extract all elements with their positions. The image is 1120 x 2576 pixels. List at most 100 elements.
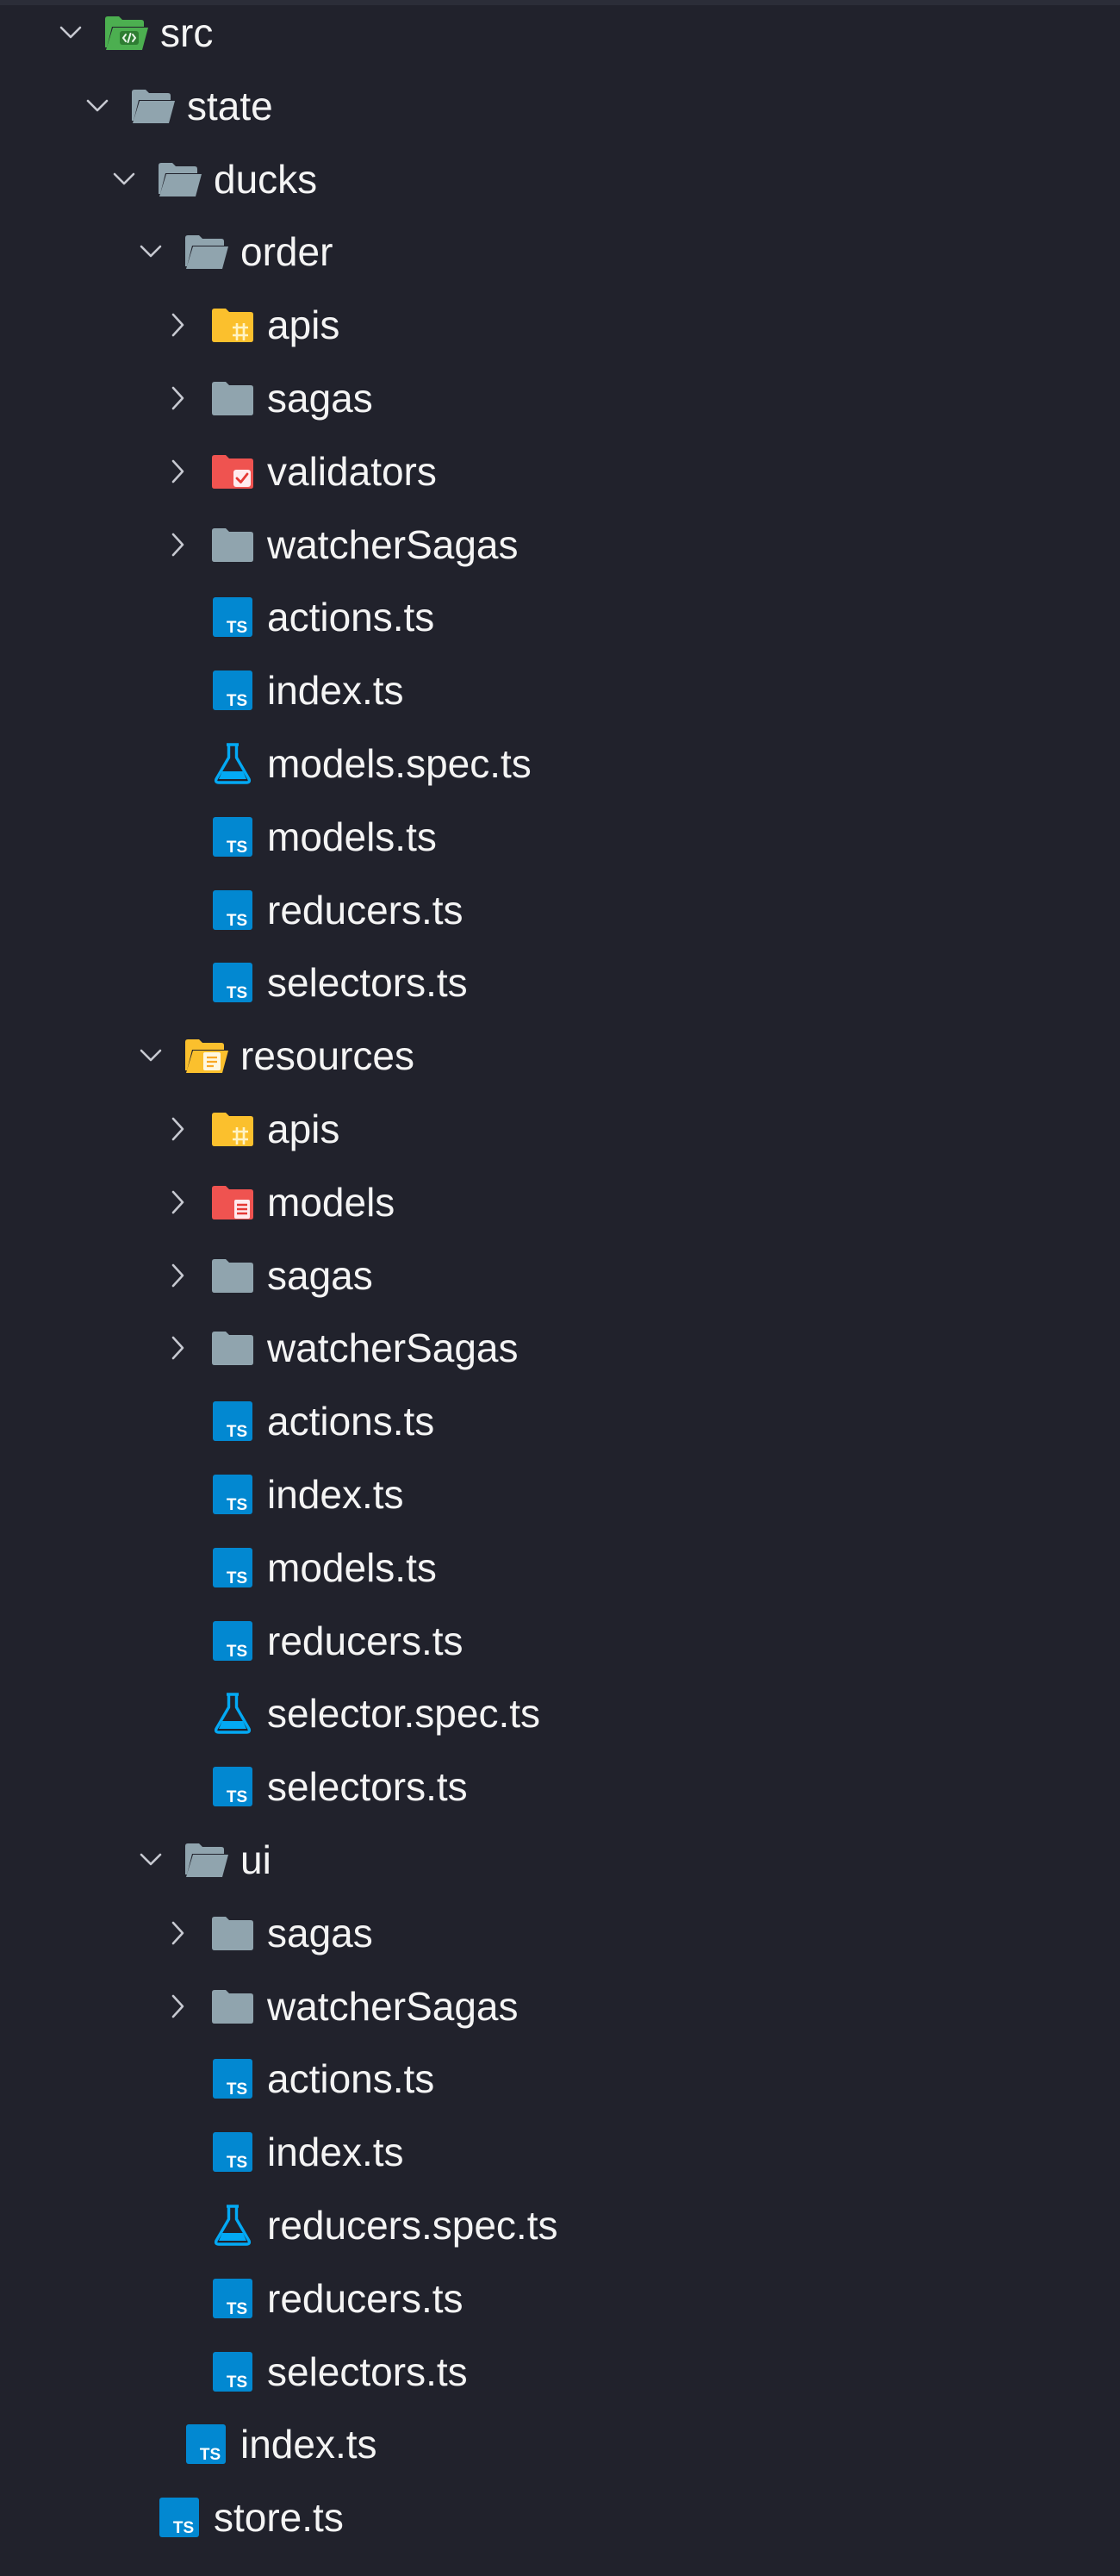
folder-open-icon (182, 228, 230, 276)
tree-file-models-ts[interactable]: TS models.ts (0, 1531, 1120, 1604)
tree-item-label: selectors.ts (267, 1764, 468, 1809)
tree-folder-models[interactable]: models (0, 1166, 1120, 1238)
tree-item-label: reducers.ts (267, 2276, 464, 2321)
folder-open-icon (128, 82, 177, 130)
typescript-file-icon: TS (208, 2274, 257, 2323)
tree-file-index-ts[interactable]: TS index.ts (0, 1458, 1120, 1531)
tree-file-actions-ts[interactable]: TS actions.ts (0, 1385, 1120, 1457)
tree-folder-apis[interactable]: apis (0, 1093, 1120, 1165)
chevron-right-icon[interactable] (159, 452, 196, 490)
tree-item-label: ducks (214, 157, 318, 202)
chevron-down-icon[interactable] (132, 1037, 170, 1075)
chevron-right-icon[interactable] (159, 526, 196, 564)
api-folder-icon (208, 1105, 257, 1153)
tree-file-models-spec-ts[interactable]: models.spec.ts (0, 727, 1120, 800)
tree-item-label: validators (267, 449, 437, 494)
tree-folder-ui[interactable]: ui (0, 1824, 1120, 1896)
svg-text:TS: TS (227, 1788, 247, 1806)
chevron-right-icon[interactable] (159, 1329, 196, 1367)
tree-folder-sagas[interactable]: sagas (0, 362, 1120, 434)
test-flask-icon (208, 2201, 257, 2249)
typescript-file-icon: TS (208, 1762, 257, 1811)
tree-file-reducers-ts[interactable]: TS reducers.ts (0, 1605, 1120, 1677)
svg-text:TS: TS (227, 1423, 247, 1441)
tree-item-label: state (187, 84, 273, 128)
chevron-down-icon[interactable] (132, 233, 170, 271)
chevron-right-icon[interactable] (159, 1914, 196, 1952)
svg-text:TS: TS (227, 1643, 247, 1661)
svg-text:TS: TS (227, 1496, 247, 1514)
tree-file-actions-ts[interactable]: TS actions.ts (0, 2043, 1120, 2115)
tree-item-label: watcherSagas (267, 1984, 519, 2029)
tree-folder-apis[interactable]: apis (0, 289, 1120, 361)
chevron-down-icon[interactable] (52, 14, 90, 52)
tree-item-label: sagas (267, 1253, 373, 1298)
tree-item-label: actions.ts (267, 2056, 435, 2101)
chevron-down-icon[interactable] (78, 87, 116, 125)
tree-file-selector-spec-ts[interactable]: selector.spec.ts (0, 1677, 1120, 1750)
tree-item-label: selector.spec.ts (267, 1691, 541, 1736)
tree-item-label: src (160, 10, 214, 55)
tree-file-actions-ts[interactable]: TS actions.ts (0, 581, 1120, 653)
tree-file-reducers-spec-ts[interactable]: reducers.spec.ts (0, 2189, 1120, 2261)
tree-file-index-ts[interactable]: TS index.ts (0, 2408, 1120, 2480)
tree-file-reducers-ts[interactable]: TS reducers.ts (0, 874, 1120, 946)
svg-text:TS: TS (173, 2519, 194, 2537)
svg-text:TS: TS (227, 2373, 247, 2392)
tree-item-label: selectors.ts (267, 960, 468, 1005)
svg-text:TS: TS (227, 2300, 247, 2318)
tree-folder-resources[interactable]: resources (0, 1020, 1120, 1092)
svg-text:TS: TS (227, 2154, 247, 2172)
chevron-right-icon[interactable] (159, 1110, 196, 1148)
tree-folder-state[interactable]: state (0, 70, 1120, 142)
tree-item-label: models.ts (267, 814, 437, 859)
tree-item-label: models (267, 1180, 395, 1225)
tree-folder-src[interactable]: src (0, 0, 1120, 69)
chevron-down-icon[interactable] (132, 1841, 170, 1879)
tree-folder-sagas[interactable]: sagas (0, 1239, 1120, 1312)
tree-item-label: index.ts (267, 2130, 404, 2174)
tree-folder-watchersagas[interactable]: watcherSagas (0, 1970, 1120, 2043)
chevron-right-icon[interactable] (159, 1987, 196, 2025)
tree-folder-ducks[interactable]: ducks (0, 143, 1120, 215)
tree-item-label: order (240, 229, 333, 274)
tree-file-store-ts[interactable]: TS store.ts (0, 2481, 1120, 2554)
tree-folder-sagas[interactable]: sagas (0, 1897, 1120, 1969)
tree-item-label: reducers.spec.ts (267, 2203, 558, 2248)
svg-text:TS: TS (227, 912, 247, 930)
tree-folder-watchersagas[interactable]: watcherSagas (0, 508, 1120, 581)
svg-text:TS: TS (227, 619, 247, 637)
tree-item-label: reducers.ts (267, 1619, 464, 1663)
tree-file-models-ts[interactable]: TS models.ts (0, 801, 1120, 873)
tree-file-selectors-ts[interactable]: TS selectors.ts (0, 2336, 1120, 2408)
tree-folder-order[interactable]: order (0, 215, 1120, 288)
tree-file-index-ts[interactable]: TS index.ts (0, 654, 1120, 727)
typescript-file-icon: TS (208, 958, 257, 1007)
tree-item-label: index.ts (240, 2422, 377, 2467)
tree-file-selectors-ts[interactable]: TS selectors.ts (0, 1750, 1120, 1823)
typescript-file-icon: TS (208, 886, 257, 934)
tree-item-label: store.ts (214, 2495, 344, 2540)
resources-folder-open-icon (182, 1032, 230, 1080)
chevron-right-icon[interactable] (159, 306, 196, 344)
typescript-file-icon: TS (208, 666, 257, 714)
tree-item-label: ui (240, 1837, 271, 1882)
tree-folder-validators[interactable]: validators (0, 435, 1120, 508)
tree-item-label: watcherSagas (267, 1325, 519, 1370)
chevron-right-icon[interactable] (159, 1183, 196, 1221)
tree-file-reducers-ts[interactable]: TS reducers.ts (0, 2262, 1120, 2335)
svg-text:TS: TS (227, 839, 247, 857)
tree-folder-watchersagas[interactable]: watcherSagas (0, 1312, 1120, 1384)
tree-file-selectors-ts[interactable]: TS selectors.ts (0, 946, 1120, 1019)
tree-item-label: models.ts (267, 1545, 437, 1590)
typescript-file-icon: TS (208, 593, 257, 641)
chevron-right-icon[interactable] (159, 379, 196, 417)
svg-text:TS: TS (227, 2080, 247, 2099)
tree-item-label: reducers.ts (267, 888, 464, 932)
chevron-down-icon[interactable] (105, 160, 143, 198)
typescript-file-icon: TS (208, 2055, 257, 2103)
svg-text:TS: TS (227, 984, 247, 1002)
chevron-right-icon[interactable] (159, 1257, 196, 1294)
tree-file-index-ts[interactable]: TS index.ts (0, 2116, 1120, 2188)
tree-item-label: resources (240, 1033, 414, 1078)
